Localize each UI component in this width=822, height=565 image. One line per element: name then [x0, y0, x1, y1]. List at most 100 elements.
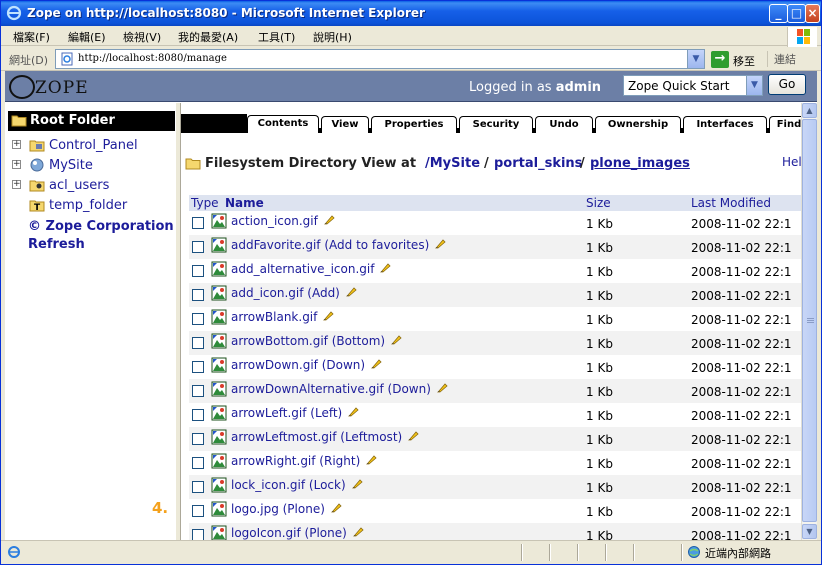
pencil-icon[interactable] — [380, 262, 392, 273]
menu-favorites[interactable]: 我的最愛(A) — [178, 29, 238, 45]
quick-start-go-button[interactable]: Go — [768, 74, 806, 95]
scrollbar-thumb[interactable] — [802, 119, 817, 522]
row-checkbox[interactable] — [192, 409, 204, 421]
pencil-icon[interactable] — [435, 238, 446, 249]
image-file-icon — [211, 501, 227, 517]
file-name-link[interactable]: arrowRight.gif (Right) — [231, 454, 377, 468]
expand-icon[interactable]: + — [12, 140, 21, 149]
minimize-button[interactable]: _ — [769, 4, 788, 23]
window-title: Zope on http://localhost:8080 - Microsof… — [27, 6, 425, 20]
quick-start-select[interactable]: Zope Quick Start ▼ — [623, 75, 763, 96]
path-mysite-link[interactable]: /MySite — [425, 156, 480, 171]
nav-item-label: MySite — [49, 158, 93, 173]
help-link[interactable]: Help! — [782, 155, 801, 169]
pencil-icon[interactable] — [323, 214, 335, 225]
file-name: logo.jpg (Plone) — [231, 502, 325, 516]
zope-corporation-link[interactable]: © Zope Corporation — [28, 219, 174, 234]
row-checkbox[interactable] — [192, 289, 204, 301]
go-button[interactable]: → 移至 — [711, 51, 763, 69]
pencil-icon[interactable] — [371, 358, 382, 369]
file-name-link[interactable]: action_icon.gif — [231, 214, 335, 228]
pencil-icon[interactable] — [330, 502, 342, 513]
pencil-icon[interactable] — [436, 382, 448, 393]
pencil-icon[interactable] — [391, 334, 402, 345]
menu-view[interactable]: 檢視(V) — [123, 29, 161, 45]
column-size[interactable]: Size — [586, 196, 611, 210]
row-checkbox[interactable] — [192, 217, 204, 229]
file-name-link[interactable]: addFavorite.gif (Add to favorites) — [231, 238, 446, 252]
file-name-link[interactable]: arrowBottom.gif (Bottom) — [231, 334, 402, 348]
tab-security[interactable]: Security — [459, 116, 533, 133]
menu-tools[interactable]: 工具(T) — [258, 29, 295, 45]
go-label: 移至 — [733, 55, 755, 68]
tab-find[interactable]: Find — [769, 116, 801, 133]
nav-root-folder[interactable]: Root Folder — [8, 111, 175, 131]
row-checkbox[interactable] — [192, 241, 204, 253]
file-name-link[interactable]: logo.jpg (Plone) — [231, 502, 342, 516]
tab-contents[interactable]: Contents — [247, 115, 319, 133]
file-name-link[interactable]: add_alternative_icon.gif — [231, 262, 392, 276]
image-file-icon — [211, 381, 227, 397]
path-portal-skins-link[interactable]: portal_skins — [494, 156, 582, 171]
row-checkbox[interactable] — [192, 337, 204, 349]
file-last-modified: 2008-11-02 22:1 — [691, 409, 792, 423]
row-checkbox[interactable] — [192, 505, 204, 517]
pencil-icon[interactable] — [348, 406, 359, 417]
pencil-icon[interactable] — [345, 286, 357, 297]
table-row: arrowLeft.gif (Left) 1 Kb 2008-11-02 22:1 — [189, 403, 801, 427]
row-checkbox[interactable] — [192, 385, 204, 397]
tab-undo[interactable]: Undo — [535, 116, 593, 133]
menu-edit[interactable]: 編輯(E) — [68, 29, 106, 45]
chevron-down-icon[interactable]: ▼ — [746, 76, 762, 95]
links-button[interactable]: 連結 — [767, 51, 796, 67]
file-size: 1 Kb — [586, 433, 613, 447]
row-checkbox[interactable] — [192, 433, 204, 445]
expand-icon[interactable]: + — [12, 160, 21, 169]
file-name-link[interactable]: arrowDown.gif (Down) — [231, 358, 382, 372]
maximize-button[interactable]: □ — [787, 4, 806, 23]
menu-help[interactable]: 說明(H) — [313, 29, 352, 45]
vertical-scrollbar[interactable]: ▲ ▼ — [801, 103, 817, 540]
row-checkbox[interactable] — [192, 361, 204, 373]
pencil-icon[interactable] — [351, 478, 363, 489]
image-file-icon — [211, 237, 227, 253]
logged-in-prefix: Logged in as — [469, 80, 552, 95]
row-checkbox[interactable] — [192, 313, 204, 325]
pencil-icon[interactable] — [352, 526, 364, 537]
column-last-modified[interactable]: Last Modified — [691, 196, 771, 210]
row-checkbox[interactable] — [192, 265, 204, 277]
file-name-link[interactable]: arrowLeftmost.gif (Leftmost) — [231, 430, 419, 444]
row-checkbox[interactable] — [192, 457, 204, 469]
refresh-link[interactable]: Refresh — [28, 237, 85, 252]
row-checkbox[interactable] — [192, 481, 204, 493]
scroll-down-arrow-icon[interactable]: ▼ — [802, 524, 817, 539]
file-name-link[interactable]: arrowBlank.gif — [231, 310, 334, 324]
file-name-link[interactable]: lock_icon.gif (Lock) — [231, 478, 363, 492]
ie-icon — [6, 5, 22, 21]
pencil-icon[interactable] — [366, 454, 377, 465]
logged-in-text: Logged in as admin — [469, 80, 601, 95]
path-plone-images-link[interactable]: plone_images — [590, 156, 690, 171]
tab-interfaces[interactable]: Interfaces — [683, 116, 767, 133]
tab-view[interactable]: View — [321, 116, 369, 133]
file-name-link[interactable]: arrowLeft.gif (Left) — [231, 406, 359, 420]
row-checkbox[interactable] — [192, 529, 204, 540]
close-button[interactable]: × — [805, 4, 820, 23]
file-size: 1 Kb — [586, 481, 613, 495]
file-name-link[interactable]: arrowDownAlternative.gif (Down) — [231, 382, 448, 396]
file-size: 1 Kb — [586, 241, 613, 255]
expand-icon[interactable]: + — [12, 180, 21, 189]
menu-file[interactable]: 檔案(F) — [13, 29, 50, 45]
file-name-link[interactable]: add_icon.gif (Add) — [231, 286, 357, 300]
scroll-up-arrow-icon[interactable]: ▲ — [802, 103, 817, 118]
file-name-link[interactable]: logoIcon.gif (Plone) — [231, 526, 364, 540]
address-input[interactable]: http://localhost:8080/manage ▼ — [55, 49, 705, 69]
column-type[interactable]: Type — [191, 196, 219, 210]
address-dropdown-button[interactable]: ▼ — [687, 50, 704, 68]
svg-text:T: T — [34, 203, 41, 213]
pencil-icon[interactable] — [408, 430, 419, 441]
tab-ownership[interactable]: Ownership — [595, 116, 681, 133]
column-name[interactable]: Name — [225, 196, 264, 210]
pencil-icon[interactable] — [323, 310, 334, 321]
tab-properties[interactable]: Properties — [371, 116, 457, 133]
